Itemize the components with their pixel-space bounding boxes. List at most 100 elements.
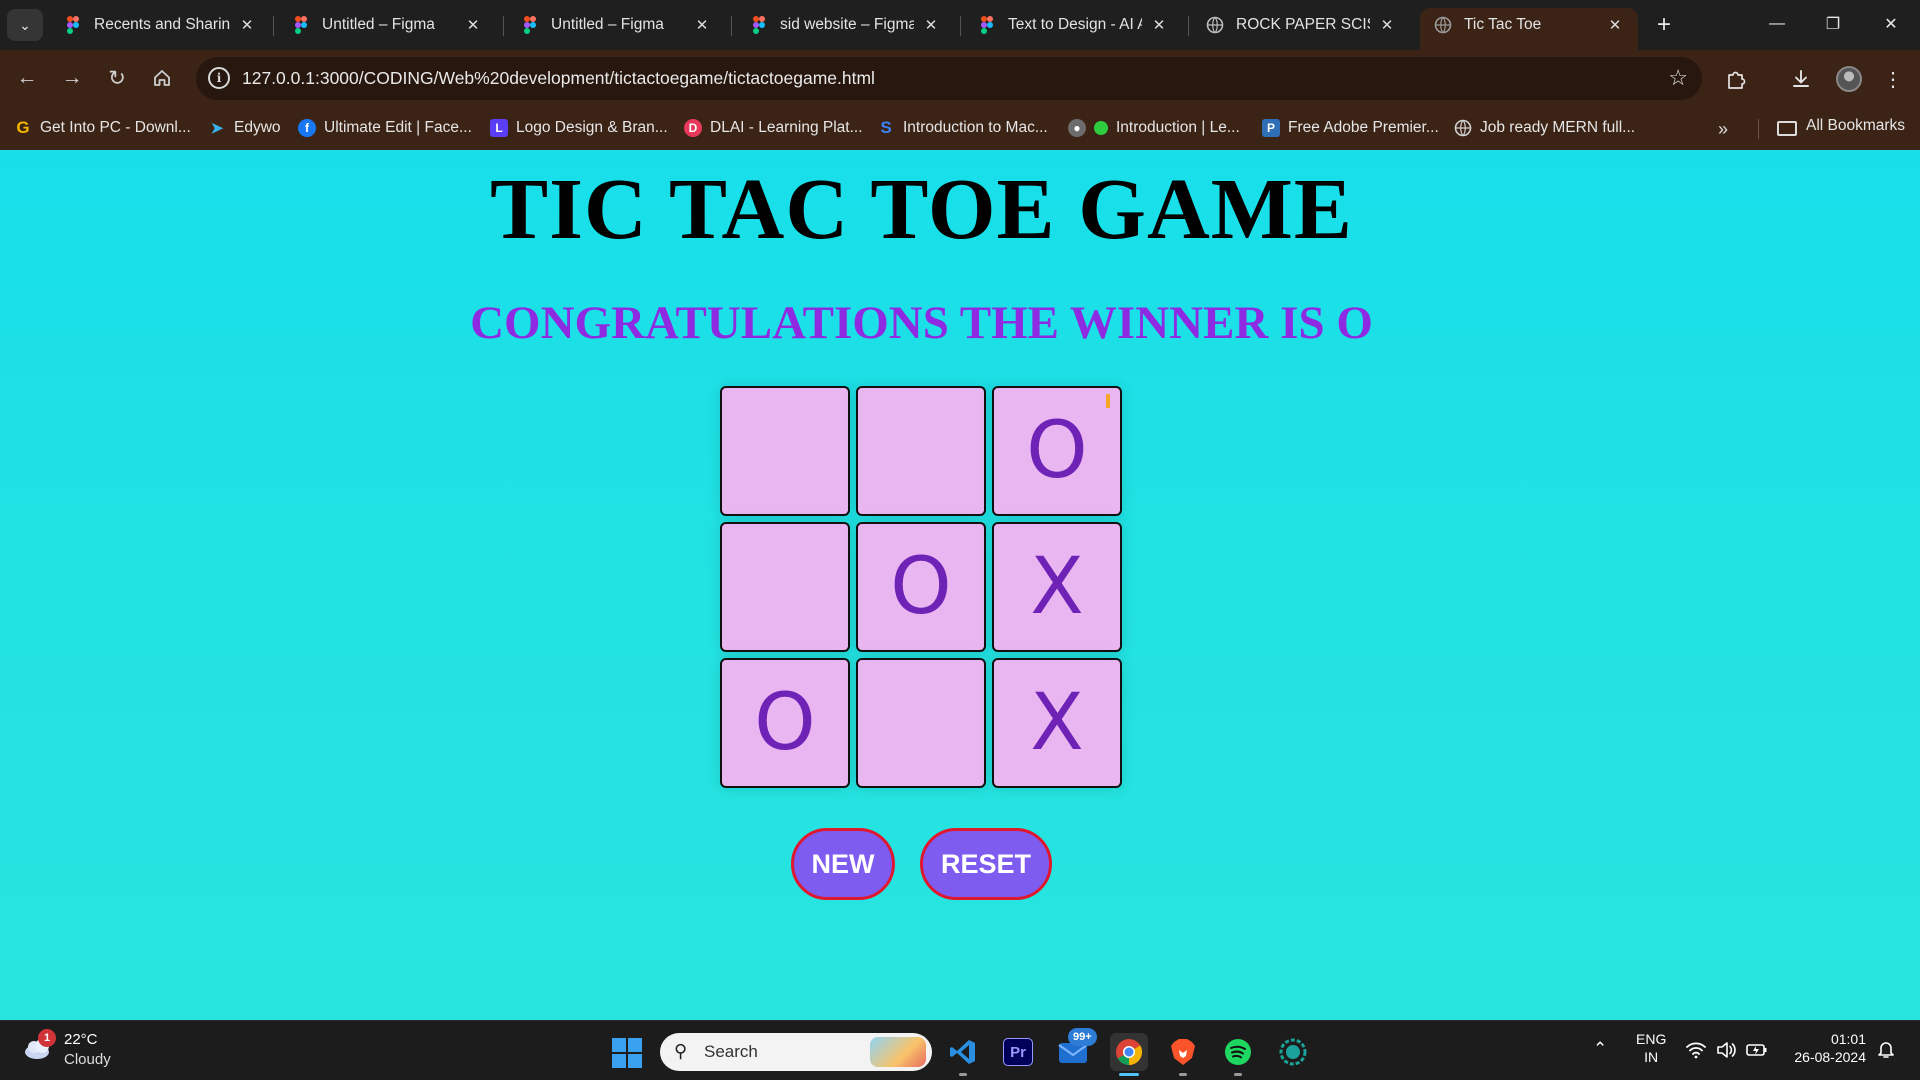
tab-title: Text to Design - AI A <box>1008 16 1142 33</box>
menu-button[interactable]: ⋮ <box>1878 64 1908 94</box>
close-icon[interactable]: ✕ <box>693 16 711 34</box>
brave-app[interactable] <box>1164 1033 1202 1076</box>
board-cell-1[interactable] <box>720 386 850 516</box>
bookmark-ultimate-edit[interactable]: f Ultimate Edit | Face... <box>298 115 472 141</box>
running-indicator <box>1179 1073 1187 1076</box>
chrome-icon <box>1116 1039 1143 1066</box>
all-bookmarks-button[interactable]: All Bookmarks <box>1806 117 1905 135</box>
site-info-icon[interactable]: i <box>208 67 230 89</box>
reload-button[interactable]: ↻ <box>102 63 132 93</box>
vscode-app[interactable] <box>944 1033 982 1076</box>
game-board: O O X O X <box>720 386 1124 790</box>
premiere-pro-app[interactable]: Pr <box>999 1033 1037 1071</box>
address-bar[interactable]: i 127.0.0.1:3000/CODING/Web%20developmen… <box>196 57 1702 100</box>
bookmark-job-ready-mern[interactable]: Job ready MERN full... <box>1454 115 1635 141</box>
close-icon[interactable]: ✕ <box>922 16 940 34</box>
board-cell-2[interactable] <box>856 386 986 516</box>
facebook-icon: f <box>298 119 316 137</box>
premier-icon: P <box>1262 119 1280 137</box>
close-icon[interactable]: ✕ <box>464 16 482 34</box>
back-button[interactable]: ← <box>12 63 42 93</box>
profile-avatar[interactable] <box>1836 66 1862 92</box>
wifi-icon[interactable] <box>1686 1041 1706 1064</box>
close-icon[interactable]: ✕ <box>238 16 256 34</box>
tab-divider <box>1188 16 1189 36</box>
tab-sid-website-figma[interactable]: sid website – Figma ✕ <box>736 8 954 50</box>
tab-divider <box>731 16 732 36</box>
bookmark-label: Ultimate Edit | Face... <box>324 119 472 136</box>
folder-icon <box>1777 121 1797 136</box>
volume-icon[interactable] <box>1716 1041 1736 1064</box>
chrome-app[interactable] <box>1110 1033 1148 1076</box>
weather-temperature[interactable]: 22°C <box>64 1031 98 1048</box>
kebab-menu-icon: ⋮ <box>1883 68 1903 91</box>
logo-design-icon: L <box>490 119 508 137</box>
tab-title: Recents and Sharing <box>94 16 230 33</box>
more-bookmarks-icon[interactable]: » <box>1718 119 1728 140</box>
tab-untitled-figma-1[interactable]: Untitled – Figma ✕ <box>278 8 496 50</box>
tab-tic-tac-toe[interactable]: Tic Tac Toe ✕ <box>1420 8 1638 50</box>
tab-text-to-design[interactable]: Text to Design - AI A ✕ <box>964 8 1182 50</box>
close-icon[interactable]: ✕ <box>1606 16 1624 34</box>
home-button[interactable] <box>147 63 177 93</box>
tab-recents-and-sharing[interactable]: Recents and Sharing ✕ <box>50 8 270 50</box>
board-cell-8[interactable] <box>856 658 986 788</box>
chevron-up-icon[interactable]: ⌃ <box>1593 1039 1607 1059</box>
downloads-button[interactable] <box>1786 64 1816 94</box>
close-icon[interactable]: ✕ <box>1150 16 1168 34</box>
bookmark-introduction-to-mac[interactable]: S Introduction to Mac... <box>877 115 1048 141</box>
board-cell-7[interactable]: O <box>720 658 850 788</box>
speaker-icon <box>1717 1042 1736 1058</box>
windows-start-icon[interactable] <box>612 1038 642 1068</box>
clock[interactable]: 01:01 26-08-2024 <box>1786 1031 1866 1065</box>
bookmark-edywo[interactable]: ➤ Edywo <box>208 115 281 141</box>
bookmarks-bar: G Get Into PC - Downl... ➤ Edywo f Ultim… <box>0 107 1920 150</box>
restore-button[interactable]: ❐ <box>1810 8 1856 40</box>
bookmark-label: Introduction | Le... <box>1116 119 1240 136</box>
tab-title: Tic Tac Toe <box>1464 16 1542 33</box>
screen-recorder-app[interactable] <box>1274 1033 1312 1071</box>
bookmark-dlai[interactable]: D DLAI - Learning Plat... <box>684 115 863 141</box>
notification-bell-icon[interactable] <box>1876 1039 1896 1064</box>
figma-icon <box>981 16 993 34</box>
bookmark-logo-design[interactable]: L Logo Design & Bran... <box>490 115 668 141</box>
tab-untitled-figma-2[interactable]: Untitled – Figma ✕ <box>507 8 725 50</box>
tab-search-button[interactable]: ⌄ <box>7 9 43 41</box>
bookmark-get-into-pc[interactable]: G Get Into PC - Downl... <box>14 115 190 141</box>
board-cell-3[interactable]: O <box>992 386 1122 516</box>
clock-time: 01:01 <box>1830 1031 1866 1047</box>
puzzle-icon <box>1728 71 1746 89</box>
new-tab-button[interactable]: + <box>1650 12 1678 40</box>
home-icon <box>154 70 170 86</box>
close-icon[interactable]: ✕ <box>1378 16 1396 34</box>
bell-icon <box>1878 1042 1894 1058</box>
board-cell-4[interactable] <box>720 522 850 652</box>
game-page: TIC TAC TOE GAME CONGRATULATIONS THE WIN… <box>0 150 1920 1020</box>
bookmark-introduction-le[interactable]: ● Introduction | Le... <box>1068 115 1240 141</box>
bookmark-label: Introduction to Mac... <box>903 119 1048 136</box>
bookmark-free-adobe-premier[interactable]: P Free Adobe Premier... <box>1262 115 1439 141</box>
board-cell-5[interactable]: O <box>856 522 986 652</box>
reset-button[interactable]: RESET <box>920 828 1052 900</box>
running-indicator <box>1119 1073 1139 1076</box>
minimize-button[interactable]: — <box>1754 8 1800 40</box>
tab-rock-paper-scissors[interactable]: ROCK PAPER SCISSO ✕ <box>1192 8 1410 50</box>
taskbar-search[interactable]: ⚲ Search <box>660 1033 932 1071</box>
spotify-app[interactable] <box>1219 1033 1257 1076</box>
language-indicator[interactable]: ENG IN <box>1636 1031 1666 1065</box>
mail-unread-badge: 99+ <box>1068 1028 1097 1046</box>
running-indicator <box>1234 1073 1242 1076</box>
vscode-icon <box>950 1040 975 1064</box>
board-cell-9[interactable]: X <box>992 658 1122 788</box>
search-icon: ⚲ <box>674 1041 688 1061</box>
weather-condition[interactable]: Cloudy <box>64 1051 111 1068</box>
battery-icon[interactable] <box>1746 1041 1768 1064</box>
forward-button[interactable]: → <box>57 63 87 93</box>
bookmark-star-icon[interactable]: ☆ <box>1668 65 1688 91</box>
new-game-button[interactable]: NEW <box>791 828 895 900</box>
text-cursor-icon <box>1106 394 1110 408</box>
extensions-button[interactable] <box>1721 64 1751 94</box>
board-cell-6[interactable]: X <box>992 522 1122 652</box>
tab-title: ROCK PAPER SCISSO <box>1236 16 1370 33</box>
close-window-button[interactable]: ✕ <box>1868 8 1914 40</box>
